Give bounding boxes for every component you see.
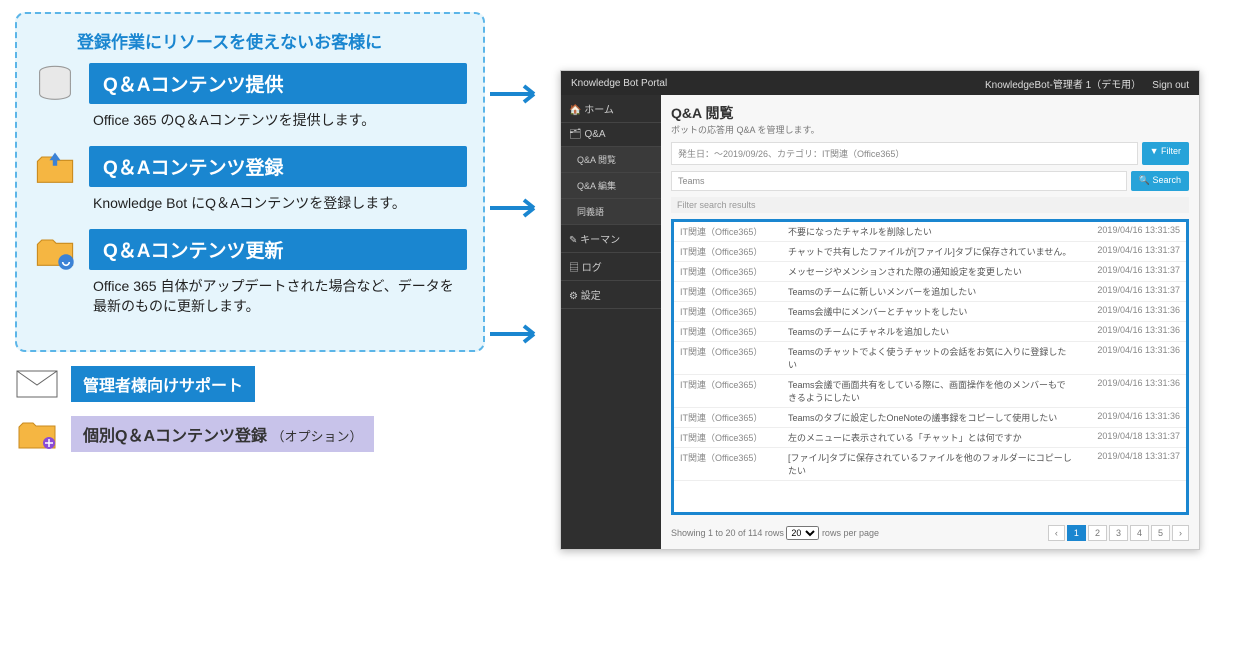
nav-sync[interactable]: 同義語	[561, 199, 661, 225]
table-row[interactable]: IT関連（Office365）不要になったチャネルを削除したい2019/04/1…	[674, 222, 1186, 242]
app-title: Knowledge Bot Portal	[571, 78, 667, 89]
pager-text: Showing 1 to 20 of 114 rows	[671, 528, 784, 538]
nav-log[interactable]: ▤ ログ	[561, 253, 661, 281]
search-input[interactable]: Teams	[671, 171, 1127, 191]
per-page-suffix: rows per page	[822, 528, 879, 538]
feature-desc: Knowledge Bot にQ＆Aコンテンツを登録します。	[89, 191, 467, 215]
page-button[interactable]: 3	[1109, 525, 1128, 541]
promo-panel: 登録作業にリソースを使えないお客様に Q＆Aコンテンツ提供 Office 365…	[15, 12, 485, 452]
nav-qa[interactable]: 🗂 Q&A	[561, 123, 661, 147]
portal-screenshot: Knowledge Bot Portal KnowledgeBot-管理者 1（…	[560, 70, 1200, 550]
nav-qa-edit[interactable]: Q&A 編集	[561, 173, 661, 199]
page-button[interactable]: ›	[1172, 525, 1189, 541]
arrow-icon	[490, 322, 550, 346]
per-page-select[interactable]: 20	[786, 526, 819, 540]
page-button[interactable]: ‹	[1048, 525, 1065, 541]
results-table: IT関連（Office365）不要になったチャネルを削除したい2019/04/1…	[671, 219, 1189, 515]
feature-title: Q＆Aコンテンツ提供	[89, 63, 467, 104]
nav-home[interactable]: 🏠 ホーム	[561, 95, 661, 123]
table-row[interactable]: IT関連（Office365）左のメニューに表示されている「チャット」とは何です…	[674, 428, 1186, 448]
folder-plus-icon	[15, 417, 59, 451]
table-row[interactable]: IT関連（Office365）チャットで共有したファイルが[ファイル]タブに保存…	[674, 242, 1186, 262]
option-label: 個別Q＆Aコンテンツ登録 （オプション）	[71, 416, 374, 452]
page-subtitle: ボットの応答用 Q&A を管理します。	[671, 123, 1189, 136]
support-label: 管理者様向けサポート	[71, 366, 255, 402]
portal-main: Q&A 閲覧 ボットの応答用 Q&A を管理します。 発生日：〜2019/09/…	[661, 95, 1199, 549]
arrow-icon	[490, 196, 550, 220]
feature-title: Q＆Aコンテンツ登録	[89, 146, 467, 187]
portal-header: Knowledge Bot Portal KnowledgeBot-管理者 1（…	[561, 71, 1199, 95]
page-title: Q&A 閲覧	[671, 103, 1189, 123]
table-row[interactable]: IT関連（Office365）Teamsのチームにチャネルを追加したい2019/…	[674, 322, 1186, 342]
folder-refresh-icon	[33, 229, 77, 273]
page-button[interactable]: 1	[1067, 525, 1086, 541]
option-row: 個別Q＆Aコンテンツ登録 （オプション）	[15, 416, 485, 452]
table-row[interactable]: IT関連（Office365）[ファイル]タブに保存されているファイルを他のフォ…	[674, 448, 1186, 481]
nav-qa-view[interactable]: Q&A 閲覧	[561, 147, 661, 173]
pager: Showing 1 to 20 of 114 rows 20 rows per …	[671, 521, 1189, 541]
page-button[interactable]: 4	[1130, 525, 1149, 541]
option-suffix: （オプション）	[271, 429, 362, 444]
feature-title: Q＆Aコンテンツ更新	[89, 229, 467, 270]
filter-summary[interactable]: 発生日：〜2019/09/26、カテゴリ：IT関連（Office365）	[671, 142, 1138, 165]
feature-provide: Q＆Aコンテンツ提供 Office 365 のQ＆Aコンテンツを提供します。	[33, 63, 467, 132]
feature-update: Q＆Aコンテンツ更新 Office 365 自体がアップデートされた場合など、デ…	[33, 229, 467, 318]
feature-register: Q＆Aコンテンツ登録 Knowledge Bot にQ＆Aコンテンツを登録します…	[33, 146, 467, 215]
folder-download-icon	[33, 146, 77, 190]
page-buttons: ‹12345›	[1048, 525, 1189, 541]
table-row[interactable]: IT関連（Office365）Teams会議中にメンバーとチャットをしたい201…	[674, 302, 1186, 322]
option-label-text: 個別Q＆Aコンテンツ登録	[83, 428, 267, 445]
portal-nav: 🏠 ホーム 🗂 Q&A Q&A 閲覧 Q&A 編集 同義語 ✎ キーマン ▤ ロ…	[561, 95, 661, 549]
nav-settings[interactable]: ⚙ 設定	[561, 281, 661, 309]
support-row: 管理者様向けサポート	[15, 366, 485, 402]
table-row[interactable]: IT関連（Office365）Teamsのチームに新しいメンバーを追加したい20…	[674, 282, 1186, 302]
mail-icon	[15, 367, 59, 401]
feature-desc: Office 365 のQ＆Aコンテンツを提供します。	[89, 108, 467, 132]
arrow-icon	[490, 82, 550, 106]
promo-box: 登録作業にリソースを使えないお客様に Q＆Aコンテンツ提供 Office 365…	[15, 12, 485, 352]
page-button[interactable]: 5	[1151, 525, 1170, 541]
user-label: KnowledgeBot-管理者 1（デモ用）	[985, 80, 1141, 91]
promo-headline: 登録作業にリソースを使えないお客様に	[33, 28, 467, 53]
table-row[interactable]: IT関連（Office365）Teamsのチャットでよく使うチャットの会話をお気…	[674, 342, 1186, 375]
signout-link[interactable]: Sign out	[1152, 80, 1189, 91]
search-button[interactable]: 🔍 Search	[1131, 171, 1189, 191]
page-button[interactable]: 2	[1088, 525, 1107, 541]
filter-button[interactable]: ▼ Filter	[1142, 142, 1189, 165]
nav-keyman[interactable]: ✎ キーマン	[561, 225, 661, 253]
table-row[interactable]: IT関連（Office365）Teams会議で画面共有をしている際に、画面操作を…	[674, 375, 1186, 408]
feature-desc: Office 365 自体がアップデートされた場合など、データを最新のものに更新…	[89, 274, 467, 318]
results-header: Filter search results	[671, 197, 1189, 213]
database-icon	[33, 63, 77, 107]
table-row[interactable]: IT関連（Office365）メッセージやメンションされた際の通知設定を変更した…	[674, 262, 1186, 282]
table-row[interactable]: IT関連（Office365）Teamsのタブに設定したOneNoteの議事録を…	[674, 408, 1186, 428]
